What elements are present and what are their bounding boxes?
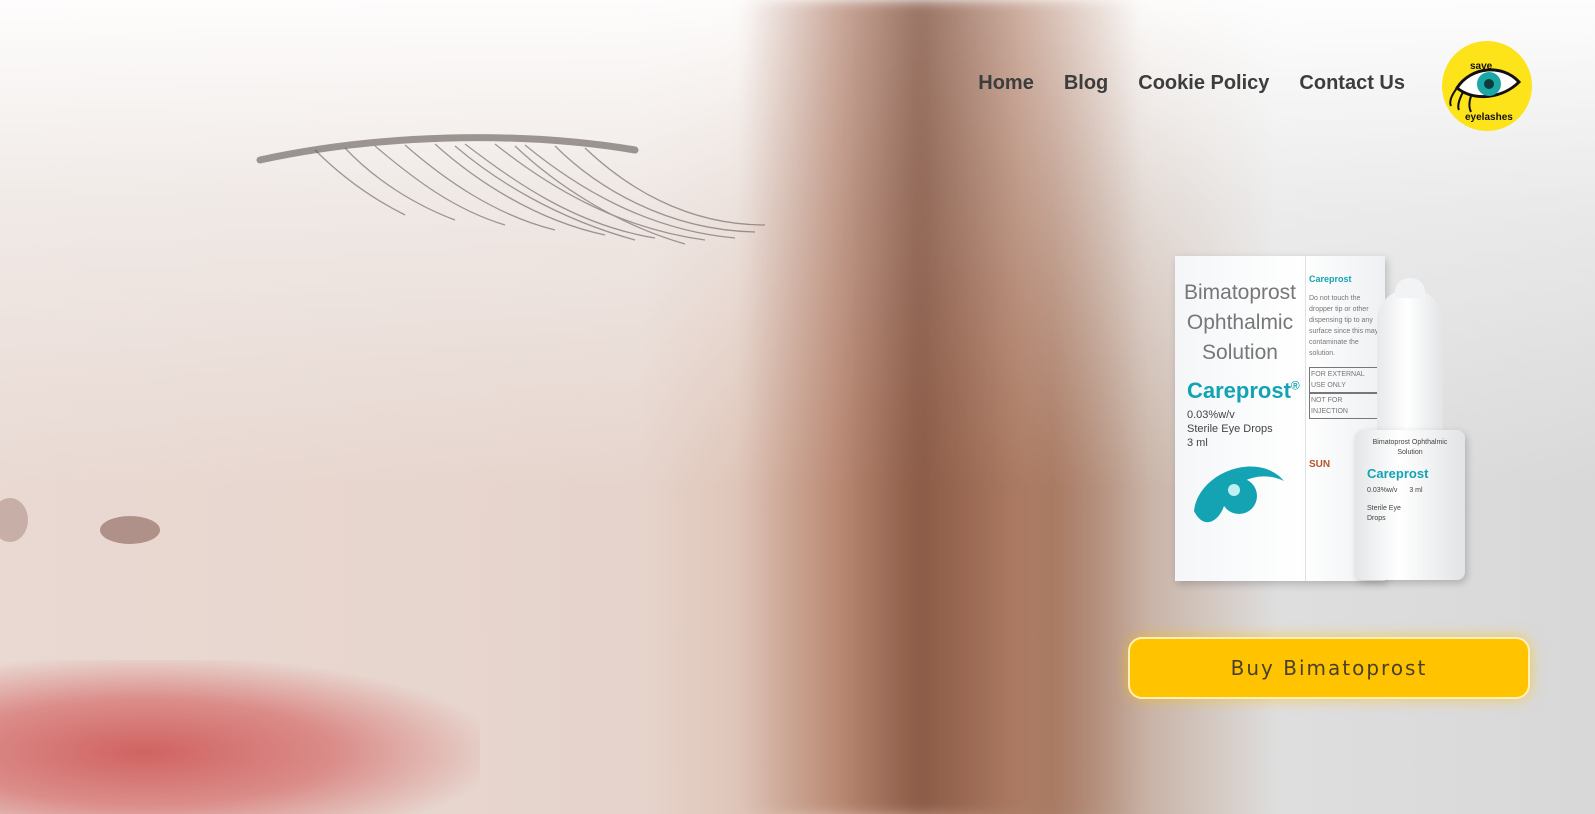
bottle-strength: 0.03%w/v <box>1367 487 1398 494</box>
main-nav: Home Blog Cookie Policy Contact Us <box>978 72 1405 95</box>
bottle-cap <box>1377 278 1443 440</box>
box-details: 0.03%w/v Sterile Eye Drops 3 ml <box>1187 408 1273 450</box>
box-strength: 0.03%w/v <box>1187 409 1235 421</box>
box-title-line2: Ophthalmic <box>1186 311 1294 334</box>
box-eye-icon <box>1194 466 1284 523</box>
hair-strands <box>740 0 1140 814</box>
product-box: Bimatoprost Ophthalmic Solution Carepros… <box>1175 256 1385 581</box>
box-side-brand: Careprost <box>1309 274 1352 284</box>
bottle-title: Bimatoprost Ophthalmic Solution <box>1372 439 1448 456</box>
nav-cookie-policy[interactable]: Cookie Policy <box>1138 72 1269 95</box>
bottle-volume: 3 ml <box>1409 487 1423 494</box>
box-brand-text: Careprost <box>1187 378 1291 403</box>
bottle-brand: Careprost <box>1367 466 1429 481</box>
site-logo[interactable]: save eyelashes <box>1442 41 1532 131</box>
eyelash-image <box>256 134 766 245</box>
logo-line2: eyelashes <box>1465 112 1513 123</box>
bottle-details: 0.03%w/v 3 ml Sterile Eye Drops <box>1367 486 1423 524</box>
box-brand: Careprost® <box>1187 378 1300 404</box>
box-title-line3: Solution <box>1202 341 1278 364</box>
box-form: Sterile Eye Drops <box>1187 423 1273 435</box>
box-title-line1: Bimatoprost <box>1183 281 1297 304</box>
bottle-form: Sterile Eye Drops <box>1367 505 1401 522</box>
lips-image <box>0 660 480 814</box>
box-title: Bimatoprost Ophthalmic Solution <box>1175 278 1305 368</box>
nav-blog[interactable]: Blog <box>1064 72 1108 95</box>
box-front: Bimatoprost Ophthalmic Solution Carepros… <box>1175 256 1306 581</box>
nav-home[interactable]: Home <box>978 72 1034 95</box>
registered-mark: ® <box>1290 378 1300 393</box>
nose-shadow <box>0 498 160 544</box>
box-volume: 3 ml <box>1187 437 1208 449</box>
product-image: Bimatoprost Ophthalmic Solution Carepros… <box>1175 250 1485 595</box>
product-bottle: Bimatoprost Ophthalmic Solution Carepros… <box>1355 278 1465 580</box>
eye-icon: save eyelashes <box>1449 61 1522 123</box>
buy-bimatoprost-button[interactable]: Buy Bimatoprost <box>1128 637 1530 699</box>
bottle-body: Bimatoprost Ophthalmic Solution Carepros… <box>1355 430 1465 580</box>
nav-contact-us[interactable]: Contact Us <box>1299 72 1405 95</box>
